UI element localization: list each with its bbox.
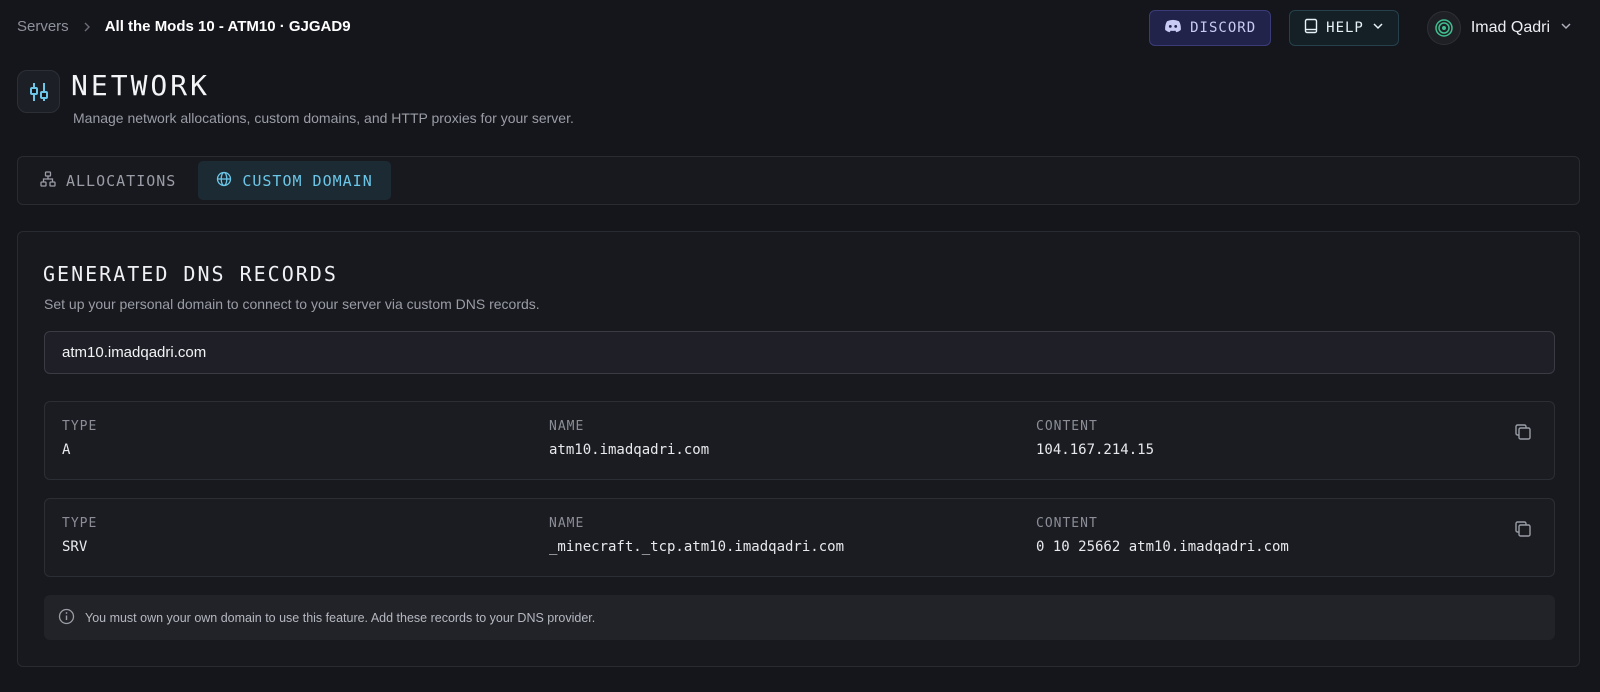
discord-button[interactable]: DISCORD <box>1149 10 1272 46</box>
copy-icon <box>1514 423 1532 446</box>
record-content-value: 104.167.214.15 <box>1036 442 1155 458</box>
page-title: NETWORK <box>71 69 211 102</box>
tab-custom-domain[interactable]: CUSTOM DOMAIN <box>198 161 391 200</box>
tab-allocations-label: ALLOCATIONS <box>66 171 177 190</box>
globe-icon <box>216 171 232 191</box>
record-type-value: A <box>62 442 71 458</box>
record-type-value: SRV <box>62 539 88 555</box>
top-bar: Servers All the Mods 10 - ATM10 · GJGAD9… <box>0 0 1600 56</box>
info-icon <box>58 608 75 628</box>
book-icon <box>1304 18 1318 38</box>
chevron-down-icon <box>1372 20 1384 36</box>
dns-card-title: GENERATED DNS RECORDS <box>43 262 338 286</box>
dns-record-row: TYPE SRV NAME _minecraft._tcp.atm10.imad… <box>44 498 1555 577</box>
help-label: HELP <box>1326 20 1364 36</box>
copy-record-button[interactable] <box>1512 423 1534 445</box>
copy-icon <box>1514 520 1532 543</box>
dns-notice: You must own your own domain to use this… <box>44 595 1555 640</box>
record-name-col: NAME atm10.imadqadri.com <box>549 419 709 458</box>
breadcrumb-current-server: All the Mods 10 - ATM10 · GJGAD9 <box>104 18 351 35</box>
record-type-col: TYPE SRV <box>62 516 97 555</box>
network-icon <box>17 70 60 113</box>
dns-notice-text: You must own your own domain to use this… <box>85 610 596 625</box>
record-content-col: CONTENT 104.167.214.15 <box>1036 419 1154 458</box>
domain-input[interactable] <box>44 331 1555 374</box>
record-name-value: _minecraft._tcp.atm10.imadqadri.com <box>549 539 845 555</box>
tab-custom-domain-label: CUSTOM DOMAIN <box>242 171 373 190</box>
record-content-label: CONTENT <box>1036 516 1098 531</box>
user-name: Imad Qadri <box>1470 19 1550 36</box>
sitemap-icon <box>40 170 56 191</box>
record-content-value: 0 10 25662 atm10.imadqadri.com <box>1036 539 1289 555</box>
tab-allocations[interactable]: ALLOCATIONS <box>22 161 194 200</box>
dns-record-row: TYPE A NAME atm10.imadqadri.com CONTENT … <box>44 401 1555 480</box>
tab-bar: ALLOCATIONS CUSTOM DOMAIN <box>17 156 1580 205</box>
record-name-label: NAME <box>549 516 585 531</box>
record-type-label: TYPE <box>62 516 98 531</box>
chevron-right-icon <box>81 21 93 33</box>
record-type-col: TYPE A <box>62 419 97 458</box>
record-name-value: atm10.imadqadri.com <box>549 442 710 458</box>
record-content-label: CONTENT <box>1036 419 1098 434</box>
record-type-label: TYPE <box>62 419 98 434</box>
record-content-col: CONTENT 0 10 25662 atm10.imadqadri.com <box>1036 516 1289 555</box>
top-actions: DISCORD HELP Imad Qadri <box>1149 10 1572 46</box>
breadcrumb-servers-link[interactable]: Servers <box>17 18 69 35</box>
dns-card-description: Set up your personal domain to connect t… <box>44 296 540 312</box>
discord-label: DISCORD <box>1190 20 1257 36</box>
record-name-col: NAME _minecraft._tcp.atm10.imadqadri.com <box>549 516 844 555</box>
user-menu[interactable]: Imad Qadri <box>1426 11 1572 45</box>
chevron-down-icon <box>1560 19 1572 37</box>
dns-records-card: GENERATED DNS RECORDS Set up your person… <box>17 231 1580 667</box>
discord-icon <box>1164 19 1182 37</box>
help-button[interactable]: HELP <box>1289 10 1399 46</box>
record-name-label: NAME <box>549 419 585 434</box>
copy-record-button[interactable] <box>1512 520 1534 542</box>
page-subtitle: Manage network allocations, custom domai… <box>73 110 574 126</box>
breadcrumb: Servers All the Mods 10 - ATM10 · GJGAD9 <box>17 18 351 35</box>
avatar <box>1426 11 1461 45</box>
